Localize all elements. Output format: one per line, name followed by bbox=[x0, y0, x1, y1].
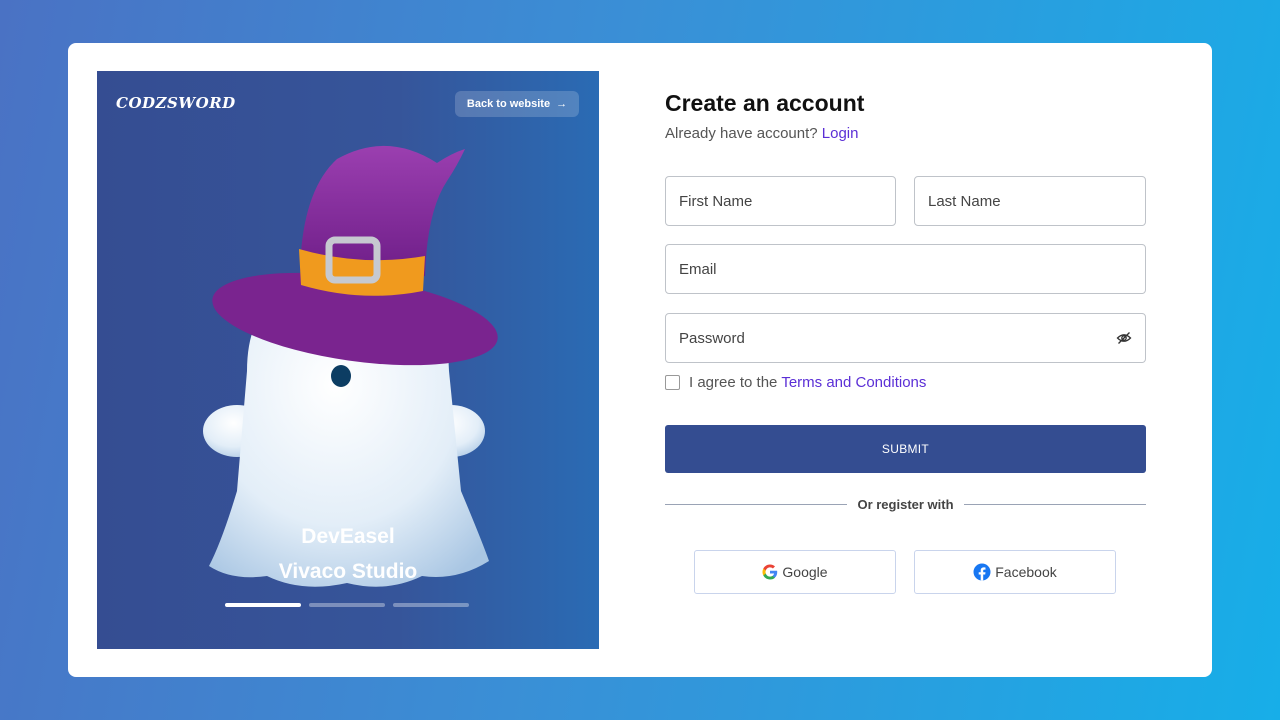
back-to-website-button[interactable]: Back to website → bbox=[455, 91, 579, 117]
carousel-dot-3[interactable] bbox=[393, 603, 469, 607]
last-name-field[interactable]: Last Name bbox=[914, 176, 1146, 226]
last-name-placeholder: Last Name bbox=[928, 192, 1001, 210]
divider-text: Or register with bbox=[857, 497, 954, 512]
login-prompt-text: Already have account? bbox=[665, 125, 818, 142]
hero-panel: CODZSWORD Back to website → DevEasel Viv… bbox=[97, 71, 599, 649]
terms-prefix: I agree to the bbox=[689, 374, 778, 391]
first-name-placeholder: First Name bbox=[679, 192, 753, 210]
google-icon bbox=[762, 564, 778, 580]
arrow-right-icon: → bbox=[556, 98, 568, 110]
hero-caption-subtitle: Vivaco Studio bbox=[278, 560, 418, 583]
login-prompt: Already have account? Login bbox=[665, 125, 858, 142]
email-field[interactable]: Email bbox=[665, 244, 1146, 294]
facebook-button[interactable]: Facebook bbox=[914, 550, 1116, 594]
first-name-field[interactable]: First Name bbox=[665, 176, 896, 226]
terms-link[interactable]: Terms and Conditions bbox=[781, 374, 926, 391]
back-to-website-label: Back to website bbox=[466, 98, 551, 110]
submit-button[interactable]: SUBMIT bbox=[665, 425, 1146, 473]
register-divider: Or register with bbox=[665, 497, 1147, 512]
page-title: Create an account bbox=[665, 90, 865, 116]
google-label: Google bbox=[782, 564, 828, 580]
carousel-dot-1[interactable] bbox=[225, 603, 301, 607]
brand-logo: CODZSWORD bbox=[116, 94, 236, 112]
password-placeholder: Password bbox=[679, 329, 745, 347]
facebook-label: Facebook bbox=[995, 564, 1057, 580]
signup-form: Create an account Already have account? … bbox=[665, 43, 1147, 677]
carousel-indicators bbox=[225, 603, 469, 607]
password-field[interactable]: Password bbox=[665, 313, 1146, 363]
divider-line-left bbox=[665, 504, 848, 505]
email-placeholder: Email bbox=[679, 260, 717, 278]
terms-checkbox[interactable] bbox=[665, 375, 680, 390]
carousel-dot-2[interactable] bbox=[309, 603, 385, 607]
signup-card: CODZSWORD Back to website → DevEasel Viv… bbox=[68, 43, 1212, 677]
eye-off-icon[interactable] bbox=[1116, 330, 1132, 346]
hero-caption-title: DevEasel bbox=[301, 525, 395, 548]
facebook-icon bbox=[973, 563, 991, 581]
terms-agreement: I agree to the Terms and Conditions bbox=[665, 374, 926, 391]
google-button[interactable]: Google bbox=[694, 550, 896, 594]
divider-line-right bbox=[963, 504, 1147, 505]
login-link[interactable]: Login bbox=[822, 125, 859, 142]
